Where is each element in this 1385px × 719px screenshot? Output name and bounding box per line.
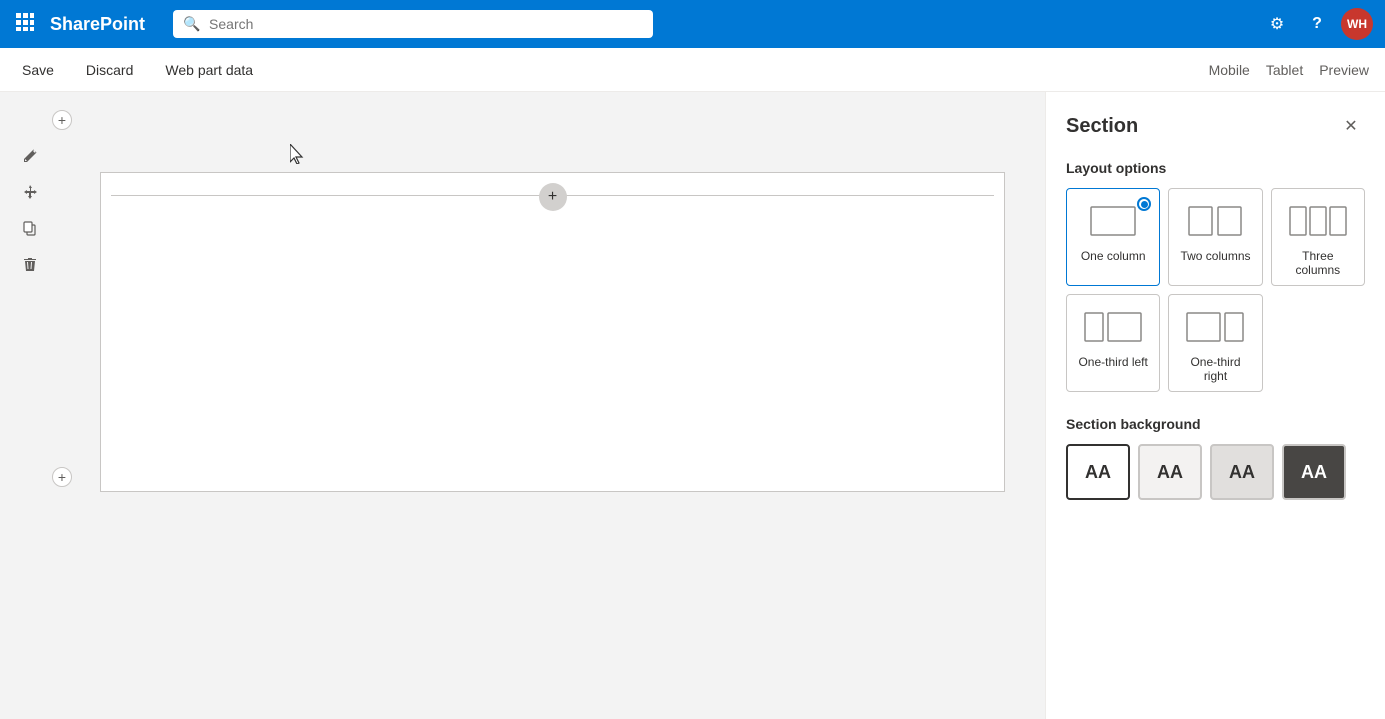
panel-close-button[interactable]: ✕	[1337, 112, 1365, 140]
one-third-right-label: One-third right	[1177, 355, 1253, 383]
actionbar: Save Discard Web part data Mobile Tablet…	[0, 48, 1385, 92]
one-third-right-icon	[1185, 307, 1245, 347]
three-columns-icon	[1288, 201, 1348, 241]
layout-one-third-left[interactable]: One-third left	[1066, 294, 1160, 392]
webpart-data-button[interactable]: Web part data	[159, 58, 259, 82]
panel-title: Section	[1066, 115, 1138, 138]
search-icon: 🔍	[183, 16, 200, 33]
section-canvas: +	[100, 172, 1005, 492]
panel-header: Section ✕	[1066, 112, 1365, 140]
layout-one-third-right[interactable]: One-third right	[1168, 294, 1262, 392]
add-section-bottom-button[interactable]: +	[52, 467, 72, 487]
settings-button[interactable]: ⚙	[1261, 8, 1293, 40]
layout-one-column[interactable]: One column	[1066, 188, 1160, 286]
layout-options-label: Layout options	[1066, 160, 1365, 176]
delete-section-button[interactable]	[16, 250, 44, 278]
bg-dark-label: AA	[1301, 462, 1327, 483]
two-columns-label: Two columns	[1180, 249, 1250, 263]
background-options: AA AA AA AA	[1066, 444, 1365, 500]
add-section-top-button[interactable]: +	[52, 110, 72, 130]
settings-icon-text: ⚙	[1270, 14, 1284, 34]
copy-section-button[interactable]	[16, 214, 44, 242]
search-input[interactable]	[173, 10, 653, 38]
bg-dark[interactable]: AA	[1282, 444, 1346, 500]
bg-white-label: AA	[1085, 462, 1111, 483]
section-toolbar	[16, 142, 44, 278]
waffle-menu-button[interactable]	[12, 9, 38, 40]
tablet-view-button[interactable]: Tablet	[1266, 62, 1303, 78]
save-button[interactable]: Save	[16, 58, 60, 82]
one-third-left-label: One-third left	[1078, 355, 1147, 369]
help-icon: ?	[1312, 15, 1322, 33]
bg-neutral[interactable]: AA	[1210, 444, 1274, 500]
one-column-label: One column	[1081, 249, 1146, 263]
section-background-label: Section background	[1066, 416, 1365, 432]
view-buttons: Mobile Tablet Preview	[1209, 62, 1369, 78]
cursor-indicator	[290, 144, 306, 169]
one-column-icon	[1083, 201, 1143, 241]
user-avatar[interactable]: WH	[1341, 8, 1373, 40]
bg-white[interactable]: AA	[1066, 444, 1130, 500]
bg-light-label: AA	[1157, 462, 1183, 483]
main-area: + + + Section ✕ Layout options	[0, 92, 1385, 719]
topbar-icons: ⚙ ? WH	[1261, 8, 1373, 40]
bg-light[interactable]: AA	[1138, 444, 1202, 500]
search-container: 🔍	[173, 10, 653, 38]
two-columns-icon	[1185, 201, 1245, 241]
radio-one-column	[1137, 197, 1151, 211]
add-webpart-button[interactable]: +	[539, 183, 567, 211]
layout-options-grid: One column Two columns Three columns	[1066, 188, 1365, 392]
one-third-left-icon	[1083, 307, 1143, 347]
layout-three-columns[interactable]: Three columns	[1271, 188, 1365, 286]
preview-button[interactable]: Preview	[1319, 62, 1369, 78]
app-logo: SharePoint	[50, 14, 145, 35]
mobile-view-button[interactable]: Mobile	[1209, 62, 1250, 78]
three-columns-label: Three columns	[1280, 249, 1356, 277]
discard-button[interactable]: Discard	[80, 58, 139, 82]
move-section-button[interactable]	[16, 178, 44, 206]
help-button[interactable]: ?	[1301, 8, 1333, 40]
section-panel: Section ✕ Layout options One column Two …	[1045, 92, 1385, 719]
bg-neutral-label: AA	[1229, 462, 1255, 483]
canvas-area: + + +	[0, 92, 1045, 719]
edit-section-button[interactable]	[16, 142, 44, 170]
layout-two-columns[interactable]: Two columns	[1168, 188, 1262, 286]
topbar: SharePoint 🔍 ⚙ ? WH	[0, 0, 1385, 48]
